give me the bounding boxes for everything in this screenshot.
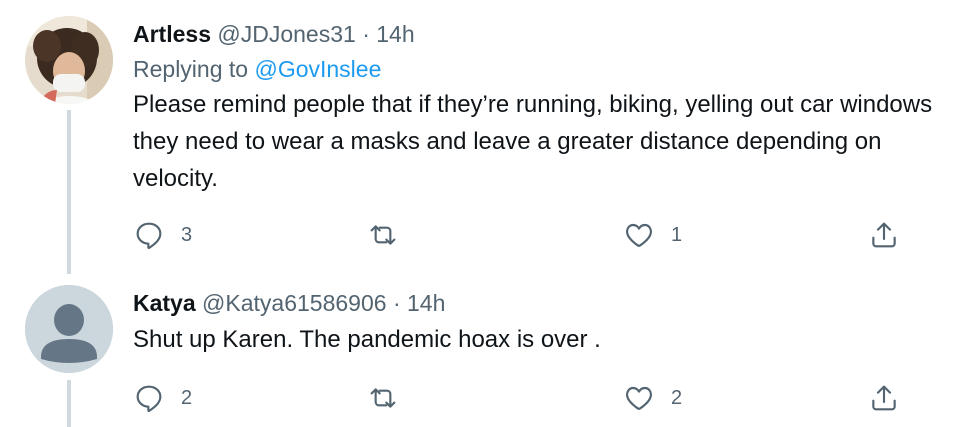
retweet-button[interactable] bbox=[367, 378, 415, 418]
avatar-photo bbox=[25, 16, 113, 104]
timestamp[interactable]: 14h bbox=[376, 21, 414, 47]
retweet-arrows-icon bbox=[370, 225, 396, 245]
share-button[interactable] bbox=[868, 215, 900, 255]
tweet[interactable]: Artless @JDJones31 · 14h Replying to @Go… bbox=[0, 0, 980, 275]
tweet-text: Shut up Karen. The pandemic hoax is over… bbox=[133, 326, 601, 353]
avatar[interactable] bbox=[25, 285, 113, 373]
reply-button[interactable]: 3 bbox=[133, 215, 192, 255]
tweet-header: Artless @JDJones31 · 14h bbox=[133, 18, 960, 50]
replying-to: Replying to @GovInslee bbox=[133, 54, 960, 84]
user-handle[interactable]: @JDJones31 bbox=[217, 21, 355, 47]
like-count: 2 bbox=[671, 386, 683, 409]
tweet-header: Katya @Katya61586906 · 14h bbox=[133, 287, 960, 319]
display-name[interactable]: Artless bbox=[133, 21, 211, 47]
user-handle[interactable]: @Katya61586906 bbox=[202, 290, 387, 316]
display-name[interactable]: Katya bbox=[133, 290, 196, 316]
heart-icon bbox=[626, 223, 652, 247]
tweet-content: Katya @Katya61586906 · 14h Shut up Karen… bbox=[133, 287, 960, 358]
retweet-arrows-icon bbox=[370, 388, 396, 408]
share-button[interactable] bbox=[868, 378, 900, 418]
separator-dot: · bbox=[392, 290, 401, 316]
avatar[interactable] bbox=[25, 16, 113, 104]
mention-link[interactable]: @GovInslee bbox=[254, 56, 381, 82]
default-profile-icon bbox=[25, 285, 113, 373]
tweet-actions: 3 1 bbox=[133, 215, 933, 255]
timestamp[interactable]: 14h bbox=[407, 290, 445, 316]
reply-button[interactable]: 2 bbox=[133, 378, 192, 418]
reply-count: 2 bbox=[181, 386, 193, 409]
speech-bubble-icon bbox=[136, 222, 162, 250]
heart-icon bbox=[626, 386, 652, 410]
retweet-button[interactable] bbox=[367, 215, 415, 255]
like-count: 1 bbox=[671, 223, 683, 246]
speech-bubble-icon bbox=[136, 385, 162, 413]
like-button[interactable]: 1 bbox=[623, 215, 682, 255]
tweet-text: Please remind people that if they’re run… bbox=[133, 91, 933, 192]
replying-to-prefix: Replying to bbox=[133, 56, 249, 82]
tweet[interactable]: Katya @Katya61586906 · 14h Shut up Karen… bbox=[0, 275, 980, 427]
share-upload-icon bbox=[872, 222, 896, 248]
like-button[interactable]: 2 bbox=[623, 378, 682, 418]
share-upload-icon bbox=[872, 385, 896, 411]
tweet-actions: 2 2 bbox=[133, 378, 933, 418]
reply-count: 3 bbox=[181, 223, 193, 246]
separator-dot: · bbox=[362, 21, 370, 47]
tweet-content: Artless @JDJones31 · 14h Replying to @Go… bbox=[133, 18, 960, 197]
